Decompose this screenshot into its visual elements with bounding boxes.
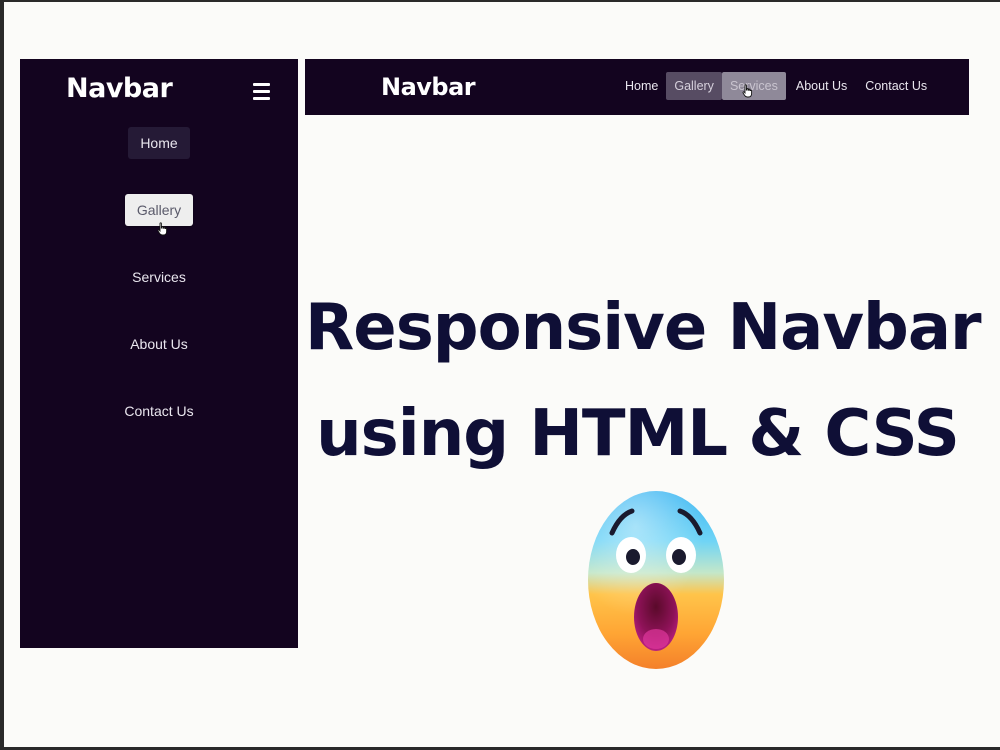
page-headline: Responsive Navbar using HTML & CSS bbox=[305, 275, 982, 487]
frame-left-edge bbox=[0, 0, 4, 750]
mobile-link-contact[interactable]: Contact Us bbox=[112, 395, 205, 427]
mobile-link-home[interactable]: Home bbox=[128, 127, 190, 159]
desktop-link-home[interactable]: Home bbox=[617, 72, 666, 100]
desktop-link-gallery[interactable]: Gallery bbox=[666, 72, 722, 100]
mobile-menu-item-services: Services bbox=[20, 261, 298, 328]
hamburger-bar bbox=[253, 90, 270, 93]
headline-line-2: using HTML & CSS bbox=[316, 397, 960, 471]
mobile-menu-item-contact: Contact Us bbox=[20, 395, 298, 462]
hamburger-icon[interactable] bbox=[253, 83, 270, 101]
desktop-menu-item-contact: Contact Us bbox=[857, 72, 935, 100]
hand-pointer-icon bbox=[157, 222, 168, 236]
desktop-link-about[interactable]: About Us bbox=[788, 72, 855, 100]
mobile-menu-item-home: Home bbox=[20, 127, 298, 194]
screaming-face-emoji bbox=[588, 491, 724, 669]
frame-top-edge bbox=[0, 0, 1000, 2]
desktop-menu: Home Gallery Services About Us Contact U… bbox=[617, 72, 935, 100]
headline-line-1: Responsive Navbar bbox=[305, 291, 982, 365]
mobile-navbar-panel: Navbar Home Gallery Services About Us Co… bbox=[20, 59, 298, 648]
desktop-link-contact[interactable]: Contact Us bbox=[857, 72, 935, 100]
mobile-brand-logo[interactable]: Navbar bbox=[66, 73, 173, 104]
hamburger-bar bbox=[253, 97, 270, 100]
desktop-menu-item-about: About Us bbox=[788, 72, 855, 100]
hamburger-bar bbox=[253, 83, 270, 86]
mobile-menu-item-about: About Us bbox=[20, 328, 298, 395]
mobile-menu: Home Gallery Services About Us Contact U… bbox=[20, 127, 298, 462]
mobile-link-about[interactable]: About Us bbox=[118, 328, 200, 360]
desktop-menu-item-gallery: Gallery bbox=[666, 72, 722, 100]
hand-pointer-icon bbox=[742, 84, 753, 98]
desktop-brand-logo[interactable]: Navbar bbox=[381, 73, 476, 101]
mobile-link-services[interactable]: Services bbox=[120, 261, 198, 293]
desktop-navbar: Navbar Home Gallery Services About Us Co… bbox=[305, 59, 969, 115]
desktop-menu-item-home: Home bbox=[617, 72, 666, 100]
